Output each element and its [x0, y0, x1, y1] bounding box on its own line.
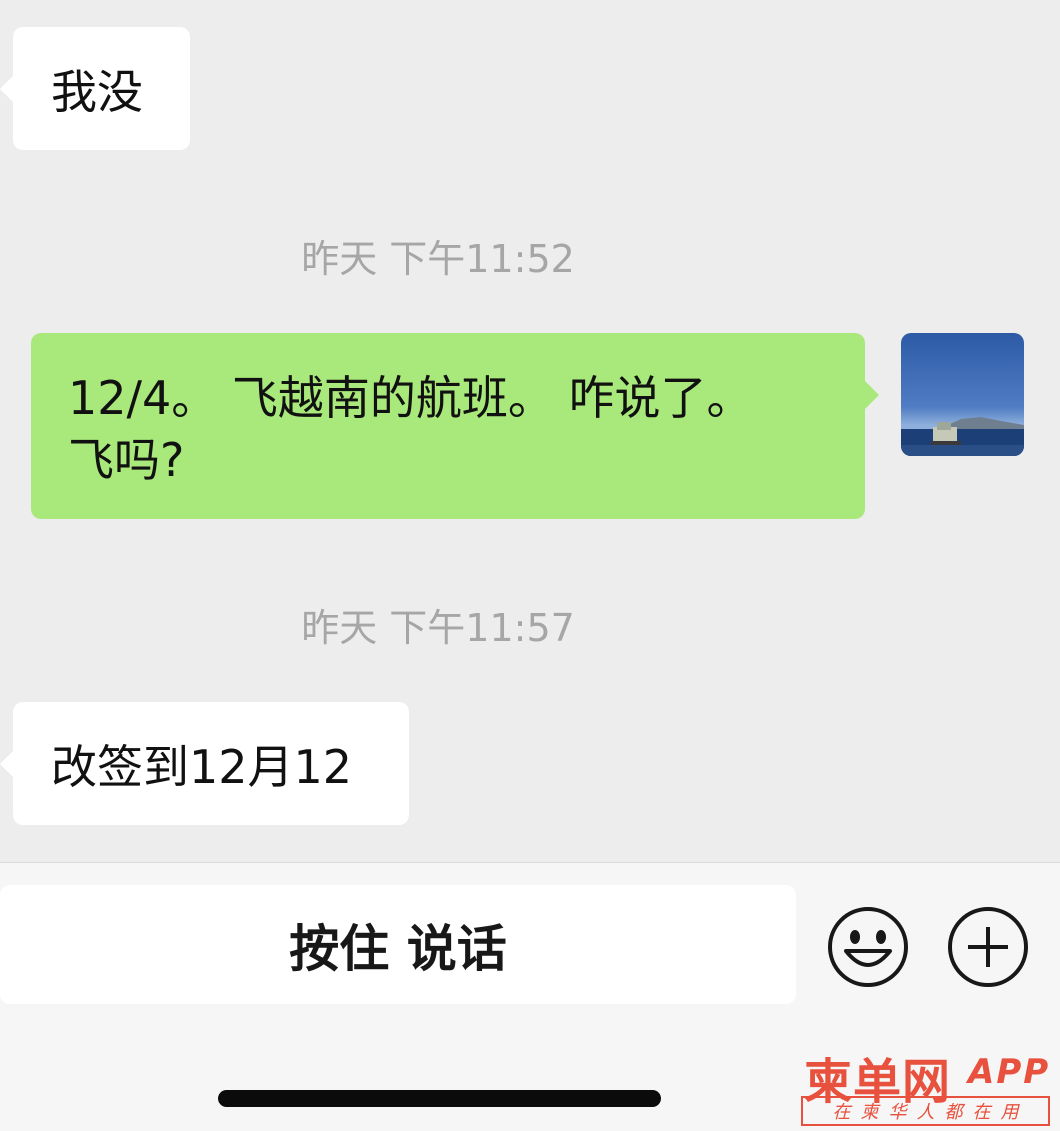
smiley-icon	[828, 907, 908, 987]
hold-to-talk-button[interactable]: 按住 说话	[0, 885, 796, 1004]
home-indicator[interactable]	[218, 1090, 661, 1107]
bubble-tail	[865, 381, 879, 409]
watermark-app-label: APP	[968, 1052, 1051, 1092]
timestamp: 昨天 下午11:52	[301, 237, 575, 281]
message-text-line: 12/4。 飞越南的航班。 咋说了。	[68, 371, 753, 425]
bubble-tail	[0, 750, 14, 778]
message-bubble-incoming[interactable]: 我没	[13, 27, 190, 150]
message-bubble-outgoing[interactable]: 12/4。 飞越南的航班。 咋说了。 飞吗?	[31, 333, 865, 519]
timestamp: 昨天 下午11:57	[301, 606, 575, 650]
message-text-line: 飞吗?	[68, 433, 185, 487]
watermark-subtitle: 在柬华人都在用	[801, 1096, 1050, 1126]
more-button[interactable]	[946, 905, 1030, 989]
avatar[interactable]	[901, 333, 1024, 456]
bubble-tail	[0, 75, 14, 103]
message-text: 我没	[51, 64, 143, 119]
message-text: 改签到12月12	[51, 739, 353, 794]
emoji-button[interactable]	[826, 905, 910, 989]
plus-circle-icon	[948, 907, 1028, 987]
avatar-image	[901, 333, 1024, 456]
message-bubble-incoming[interactable]: 改签到12月12	[13, 702, 409, 825]
